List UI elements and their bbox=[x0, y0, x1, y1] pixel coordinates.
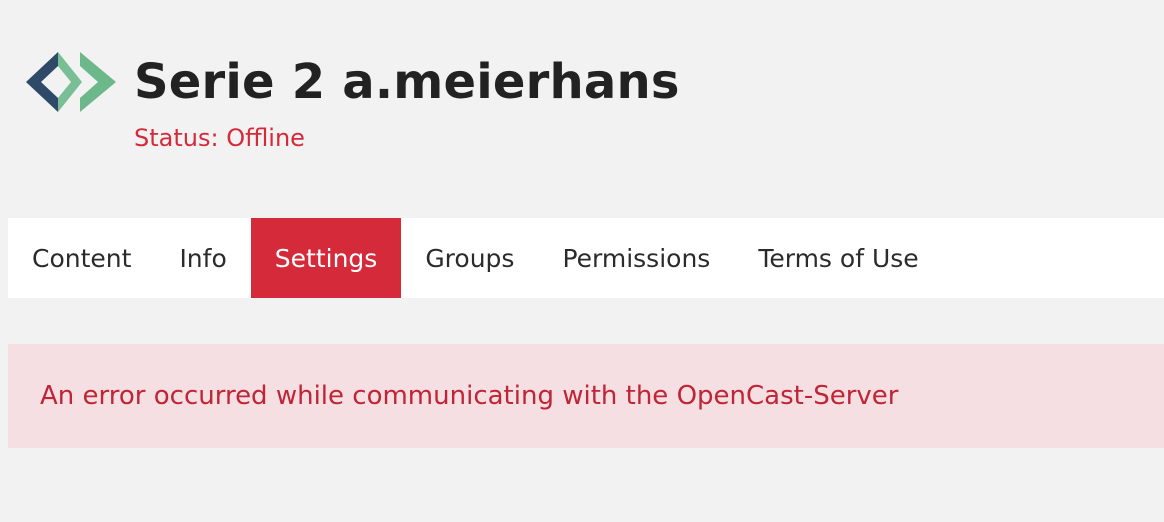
tab-info[interactable]: Info bbox=[155, 218, 250, 298]
opencast-logo-icon bbox=[26, 52, 116, 112]
tab-bar: Content Info Settings Groups Permissions… bbox=[8, 218, 1164, 298]
tab-permissions[interactable]: Permissions bbox=[538, 218, 734, 298]
tab-groups[interactable]: Groups bbox=[401, 218, 538, 298]
page-title: Serie 2 a.meierhans bbox=[134, 54, 680, 110]
page-header: Serie 2 a.meierhans Status: Offline bbox=[24, 48, 680, 152]
tab-content[interactable]: Content bbox=[8, 218, 155, 298]
tab-terms-of-use[interactable]: Terms of Use bbox=[734, 218, 942, 298]
tab-settings[interactable]: Settings bbox=[250, 218, 402, 298]
error-alert: An error occurred while communicating wi… bbox=[8, 344, 1164, 448]
status-label: Status: Offline bbox=[134, 124, 305, 152]
title-block: Serie 2 a.meierhans Status: Offline bbox=[134, 48, 680, 152]
error-message: An error occurred while communicating wi… bbox=[40, 381, 899, 411]
